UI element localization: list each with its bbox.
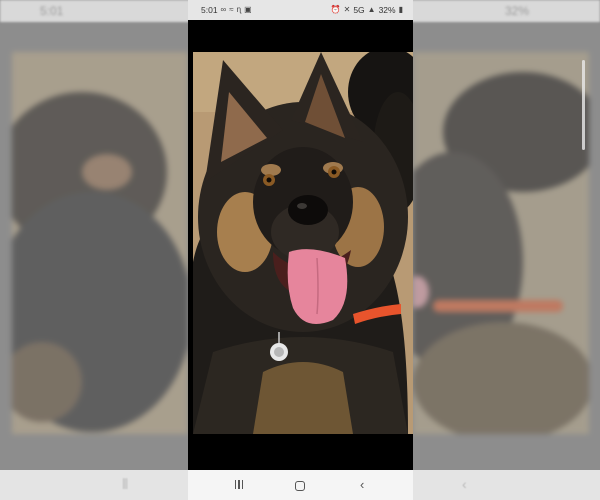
battery-icon: ▮ [398, 5, 403, 14]
blurred-recents-icon: ⦀ [122, 476, 129, 492]
battery-percent: 32% [378, 5, 396, 15]
dog-photo[interactable] [193, 52, 413, 434]
blurred-scroll-indicator [582, 60, 585, 150]
message-icon: ▣ [244, 5, 252, 14]
blurred-battery: 32% [505, 4, 530, 18]
voicemail-icon: ∞ [220, 5, 227, 14]
navigation-bar: ‹ [188, 470, 413, 500]
status-time: 5:01 [201, 5, 218, 15]
home-icon[interactable] [285, 470, 315, 500]
alarm-icon: ⏰ [330, 5, 341, 14]
blurred-back-icon: ‹ [462, 476, 467, 492]
blurred-photo-left [12, 52, 188, 434]
recents-icon[interactable] [224, 470, 254, 500]
back-icon[interactable]: ‹ [347, 470, 377, 500]
signal-icon: ▲ [367, 5, 376, 14]
status-bar: 5:01 ∞ ≈ ɳ ▣ ⏰ ✕ 5G ▲ 32% ▮ [188, 0, 413, 20]
mute-icon: ✕ [343, 5, 351, 14]
blurred-photo-right [413, 52, 589, 434]
network-type: 5G [353, 5, 365, 15]
notification-icon: ɳ [236, 5, 242, 14]
dog-illustration [193, 52, 413, 434]
cast-icon: ≈ [229, 5, 234, 14]
phone-screen: 5:01 ∞ ≈ ɳ ▣ ⏰ ✕ 5G ▲ 32% ▮ ‹ [188, 0, 413, 500]
blurred-time: 5:01 [40, 4, 64, 18]
